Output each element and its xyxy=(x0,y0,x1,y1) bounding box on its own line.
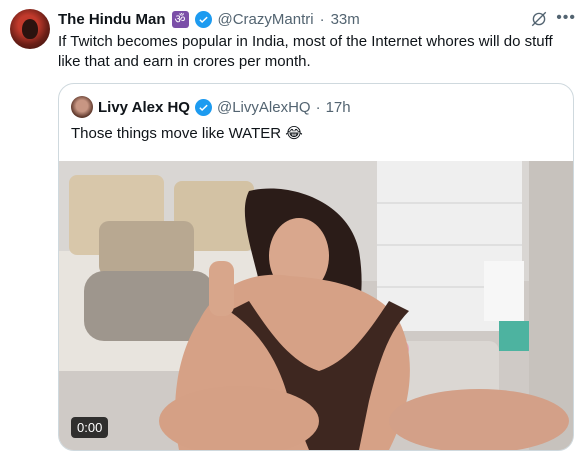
separator-dot: · xyxy=(319,10,325,28)
quoted-avatar[interactable] xyxy=(71,96,93,118)
quoted-text: Those things move like WATER 😂 xyxy=(71,125,303,142)
grok-icon[interactable] xyxy=(530,10,548,28)
verified-badge-icon xyxy=(194,10,212,28)
quoted-timestamp[interactable]: 17h xyxy=(326,99,351,116)
author-name[interactable]: The Hindu Man xyxy=(58,11,166,28)
quoted-handle[interactable]: @LivyAlexHQ xyxy=(217,99,311,116)
verified-badge-icon xyxy=(194,98,212,116)
more-icon[interactable]: ••• xyxy=(556,9,576,27)
video-thumbnail xyxy=(59,161,573,450)
tweet-text: If Twitch becomes popular in India, most… xyxy=(58,33,553,70)
timestamp[interactable]: 33m xyxy=(331,11,360,28)
video-player[interactable]: 0:00 xyxy=(59,161,573,450)
video-duration: 0:00 xyxy=(71,417,109,438)
quoted-header: Livy Alex HQ @LivyAlexHQ · 17h xyxy=(71,96,351,118)
tweet-header: The Hindu Man ॐ @CrazyMantri · 33m xyxy=(58,8,574,30)
author-handle[interactable]: @CrazyMantri xyxy=(218,11,314,28)
author-avatar[interactable] xyxy=(10,9,50,49)
separator-dot: · xyxy=(315,98,321,116)
quoted-tweet[interactable]: Livy Alex HQ @LivyAlexHQ · 17h Those thi… xyxy=(58,83,574,451)
quoted-author-name[interactable]: Livy Alex HQ xyxy=(98,99,190,116)
om-badge-icon: ॐ xyxy=(171,10,189,28)
